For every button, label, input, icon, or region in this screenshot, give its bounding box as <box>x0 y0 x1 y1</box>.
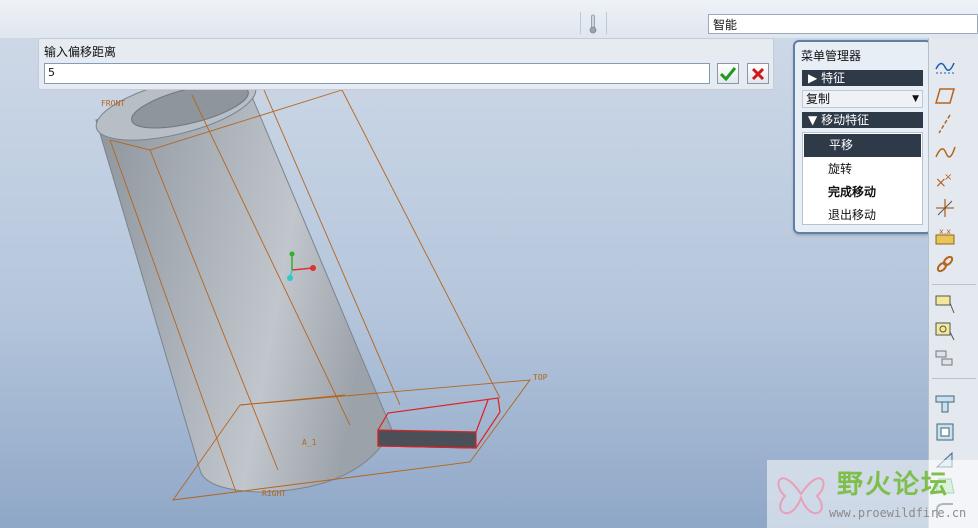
cylinder-body <box>95 91 393 493</box>
copy-dropdown[interactable]: 复制 ▼ <box>802 90 923 108</box>
caret-down-icon: ▼ <box>808 113 818 127</box>
copy-dropdown-value: 复制 <box>806 92 831 106</box>
selection-filter-dropdown[interactable]: 智能 <box>708 14 978 34</box>
datum-axis-icon[interactable] <box>934 113 956 135</box>
revolve-icon[interactable] <box>934 320 956 342</box>
top-toolbar: 智能 <box>0 0 978 39</box>
butterfly-logo-icon <box>777 477 825 515</box>
sweep-icon[interactable] <box>934 348 956 370</box>
check-icon <box>720 66 736 81</box>
thermometer-icon[interactable] <box>589 14 597 34</box>
menu-manager-panel: 菜单管理器 ▶ 特征 复制 ▼ ▼ 移动特征 平移 旋转 完成移动 退出移动 <box>793 40 932 234</box>
cancel-button[interactable] <box>747 63 769 84</box>
menu-item-translate[interactable]: 平移 <box>804 134 921 157</box>
shell-icon[interactable] <box>934 421 956 443</box>
selected-feature <box>377 397 501 449</box>
chain-icon[interactable] <box>934 253 956 275</box>
menu-feature-label: 特征 <box>821 71 846 85</box>
datum-label-right: RIGHT <box>262 489 287 498</box>
toolbar-separator <box>606 12 607 34</box>
menu-item-done-move[interactable]: 完成移动 <box>803 181 922 204</box>
menu-feature-header[interactable]: ▶ 特征 <box>802 70 923 86</box>
close-icon <box>751 67 765 80</box>
sketch-curve-icon[interactable] <box>934 55 956 77</box>
coordinate-system-icon[interactable] <box>934 197 956 219</box>
svg-text:x.x: x.x <box>939 227 951 236</box>
menu-manager-title: 菜单管理器 <box>801 49 862 63</box>
toolbar-separator <box>932 284 976 285</box>
datum-label-axis: A_1 <box>302 438 317 447</box>
forum-watermark: 野火论坛 www.proewildfire.cn <box>767 460 978 528</box>
toolbar-separator <box>932 378 976 379</box>
watermark-url: www.proewildfire.cn <box>829 506 967 520</box>
hole-icon[interactable] <box>934 392 956 414</box>
menu-move-feature-label: 移动特征 <box>821 113 870 127</box>
caret-right-icon: ▶ <box>808 71 818 85</box>
extrude-icon[interactable] <box>934 293 956 315</box>
datum-label-top: TOP <box>533 373 548 382</box>
toolbar-separator <box>580 12 581 34</box>
menu-item-quit-move[interactable]: 退出移动 <box>803 204 922 227</box>
model-canvas <box>95 75 531 501</box>
menu-move-feature-header[interactable]: ▼ 移动特征 <box>802 112 923 128</box>
graphics-viewport[interactable]: FRONT TOP RIGHT A_1 <box>0 38 928 528</box>
right-feature-toolbar: × × x.x <box>928 38 978 528</box>
watermark-title: 野火论坛 <box>837 470 950 500</box>
offset-prompt-label: 输入偏移距离 <box>44 45 117 59</box>
accept-button[interactable] <box>717 63 739 84</box>
chevron-down-icon: ▼ <box>912 94 919 104</box>
offset-distance-dialog: 输入偏移距离 5 <box>38 38 774 90</box>
analysis-icon[interactable]: x.x <box>934 225 956 247</box>
menu-item-rotate[interactable]: 旋转 <box>803 158 922 181</box>
offset-distance-input[interactable]: 5 <box>44 63 710 84</box>
svg-text:×: × <box>944 172 952 183</box>
datum-curve-icon[interactable] <box>934 141 956 163</box>
datum-label-front: FRONT <box>101 99 126 108</box>
move-options-list: 平移 旋转 完成移动 退出移动 <box>802 132 923 225</box>
datum-plane-icon[interactable] <box>934 85 956 107</box>
datum-point-icon[interactable]: ×× <box>934 169 956 191</box>
